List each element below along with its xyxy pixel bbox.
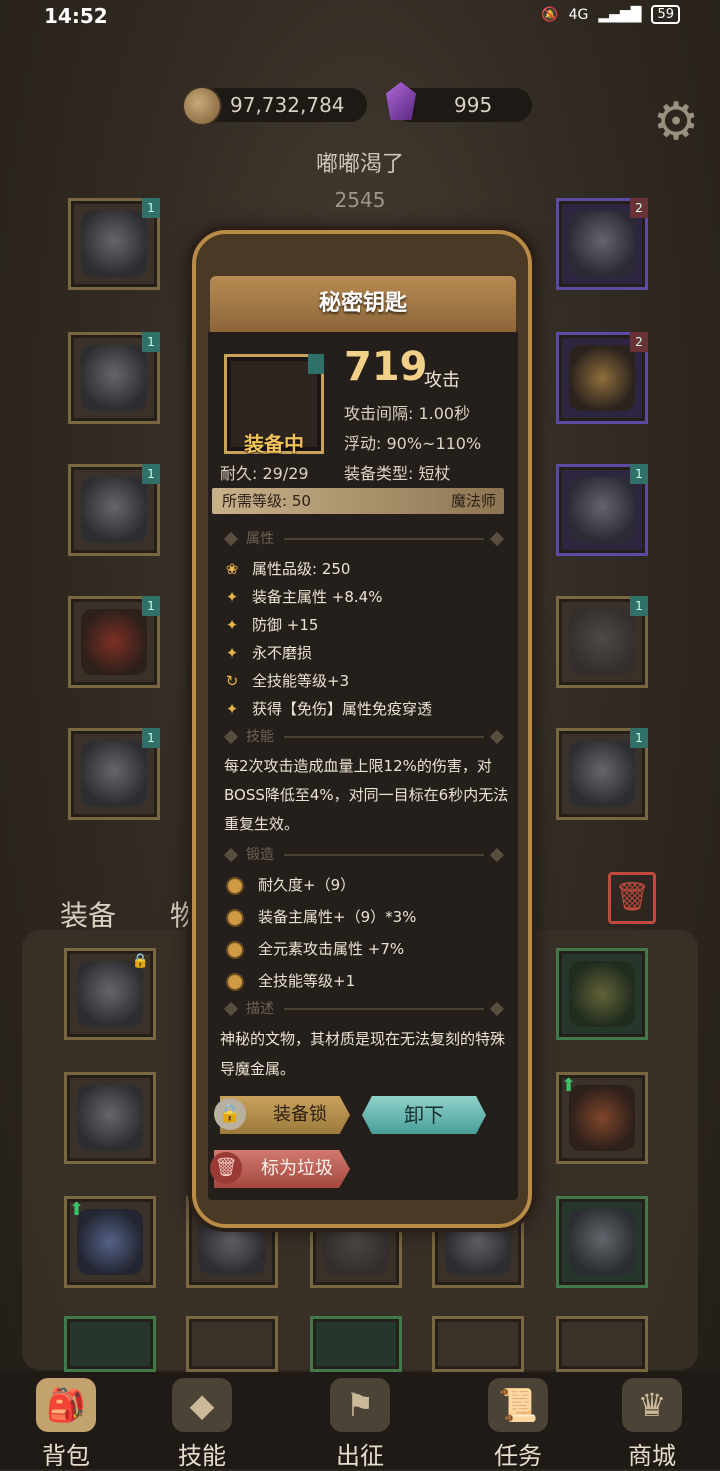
inventory-item[interactable] — [432, 1316, 524, 1372]
item-title: 秘密钥匙 — [210, 276, 516, 332]
equipped-label: 装备中 — [244, 432, 304, 456]
gold-amount: 97,732,784 — [230, 93, 345, 117]
equip-slot-pants[interactable]: 1 — [68, 596, 160, 688]
gold-display: 97,732,784 — [182, 86, 367, 126]
character-name: 嘟嘟渴了 — [315, 152, 404, 177]
equip-slot-weapon[interactable]: 1 — [556, 596, 648, 688]
bottom-navigation: 🎒 背包 ◆ 技能 ⚑ 出征 📜 任务 ♛ 商城 — [0, 1372, 720, 1470]
attack-value: 719 — [344, 344, 428, 390]
trash-icon[interactable]: 🗑 — [608, 872, 656, 924]
padlock-icon: 🔒 — [214, 1098, 246, 1130]
equip-slot-offhand[interactable]: 1 — [556, 728, 648, 820]
settings-gear-icon[interactable]: ⚙ — [648, 94, 704, 150]
item-description: 神秘的文物，其材质是现在无法复刻的特殊导魔金属。 — [220, 1030, 506, 1078]
attribute-row: ❀ 属性品级: 250 — [222, 558, 351, 579]
nav-expedition[interactable]: ⚑ 出征 — [300, 1372, 420, 1470]
attribute-row: ✦ 防御 +15 — [222, 614, 319, 635]
section-skill: 技能 — [223, 726, 505, 748]
forge-row: 全技能等级+1 — [226, 970, 355, 991]
inventory-item[interactable] — [186, 1316, 278, 1372]
upgrade-arrow-icon: ⬆ — [69, 1199, 85, 1220]
attribute-row: ✦ 永不磨损 — [222, 642, 312, 663]
damage-variance: 浮动: 90%~110% — [344, 434, 482, 453]
nav-shop[interactable]: ♛ 商城 — [592, 1372, 712, 1470]
inventory-item[interactable]: 🔒 — [64, 948, 156, 1040]
attack-interval: 攻击间隔: 1.00秒 — [344, 404, 471, 423]
section-attributes: 属性 — [223, 528, 505, 550]
inventory-item[interactable]: ⬆ — [556, 1072, 648, 1164]
inventory-item[interactable] — [556, 1316, 648, 1372]
coin-icon — [182, 86, 222, 126]
nav-skills[interactable]: ◆ 技能 — [142, 1372, 262, 1470]
gem-amount: 995 — [454, 93, 493, 117]
inventory-item[interactable] — [556, 948, 648, 1040]
sparkle-icon: ✦ — [225, 700, 239, 718]
skill-book-icon: ◆ — [172, 1378, 232, 1432]
equip-slot-armor[interactable]: 1 — [68, 332, 160, 424]
network-label: 4G — [568, 6, 589, 23]
bag-icon: 🎒 — [36, 1378, 96, 1432]
section-forge: 锻造 — [223, 844, 505, 866]
unequip-button[interactable]: 卸下 — [362, 1096, 486, 1134]
requirement-bar: 所需等级: 50 魔法师 — [212, 488, 504, 514]
status-bar: 14:52 🔕 4G ▂▄▆█ 59 — [0, 0, 720, 34]
tab-equipment[interactable]: 装备 — [60, 894, 116, 934]
nav-quests[interactable]: 📜 任务 — [458, 1372, 578, 1470]
forge-row: 耐久度+（9） — [226, 874, 355, 895]
gem-display: 995 — [386, 82, 533, 124]
skill-description: 每2次攻击造成血量上限12%的伤害，对BOSS降低至4%，对同一目标在6秒内无法… — [224, 757, 509, 833]
mute-icon: 🔕 — [541, 6, 559, 23]
durability: 耐久: 29/29 — [220, 464, 309, 483]
scroll-icon: 📜 — [488, 1378, 548, 1432]
nav-bag[interactable]: 🎒 背包 — [6, 1372, 126, 1470]
clock: 14:52 — [44, 4, 108, 28]
sparkle-icon: ✦ — [225, 616, 239, 634]
inventory-item[interactable] — [64, 1072, 156, 1164]
upgrade-arrow-icon: ⬆ — [561, 1075, 577, 1096]
attribute-row: ✦ 获得【免伤】属性免疫穿透 — [222, 698, 432, 719]
inventory-item[interactable] — [310, 1316, 402, 1372]
inventory-item[interactable]: ⬆ — [64, 1196, 156, 1288]
attribute-row: ↻ 全技能等级+3 — [222, 670, 349, 691]
banner-icon: ⚑ — [330, 1378, 390, 1432]
equip-slot-ring-1[interactable]: 2 — [556, 332, 648, 424]
battery-indicator: 59 — [651, 5, 680, 24]
attribute-row: ✦ 装备主属性 +8.4% — [222, 586, 383, 607]
equip-slot-helmet[interactable]: 1 — [68, 198, 160, 290]
inventory-item[interactable] — [64, 1316, 156, 1372]
lock-icon: 🔒 — [131, 953, 149, 969]
sparkle-icon: ✦ — [225, 588, 239, 606]
attack-unit: 攻击 — [424, 370, 460, 391]
crown-shop-icon: ♛ — [622, 1378, 682, 1432]
inventory-item[interactable] — [556, 1196, 648, 1288]
equip-slot-gloves[interactable]: 1 — [68, 464, 160, 556]
equip-slot-boots[interactable]: 1 — [68, 728, 160, 820]
required-class: 魔法师 — [450, 492, 496, 510]
lotus-icon: ❀ — [225, 560, 239, 578]
section-description: 描述 — [223, 998, 505, 1020]
equip-slot-ring-2[interactable]: 1 — [556, 464, 648, 556]
equip-slot-necklace[interactable]: 2 — [556, 198, 648, 290]
equip-type: 装备类型: 短杖 — [344, 464, 451, 483]
required-level: 所需等级: 50 — [222, 492, 311, 510]
trash-bin-icon: 🗑 — [210, 1152, 242, 1184]
signal-icon: ▂▄▆█ — [598, 6, 642, 23]
cycle-icon: ↻ — [225, 672, 239, 690]
forge-row: 装备主属性+（9）*3% — [226, 906, 416, 927]
sparkle-icon: ✦ — [225, 644, 239, 662]
forge-row: 全元素攻击属性 +7% — [226, 938, 404, 959]
